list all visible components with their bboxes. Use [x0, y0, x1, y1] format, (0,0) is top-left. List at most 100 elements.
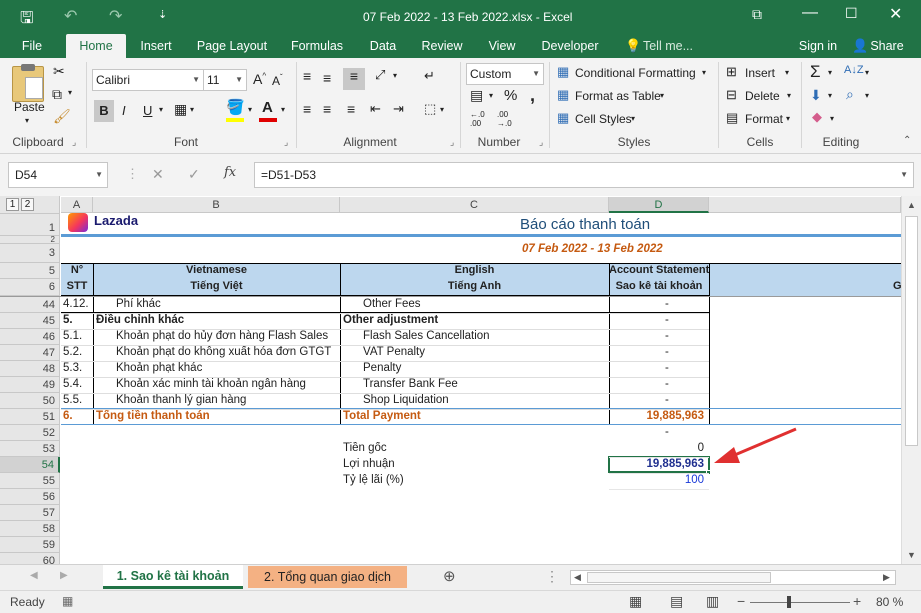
- cell-b-r49[interactable]: Khoản xác minh tài khoản ngân hàng: [96, 378, 340, 390]
- italic-button[interactable]: I: [122, 103, 126, 118]
- more-options-icon[interactable]: ⋮: [545, 568, 559, 585]
- row-header[interactable]: 6: [0, 279, 60, 296]
- row-header[interactable]: 1: [0, 214, 60, 236]
- zoom-in-button[interactable]: +: [853, 593, 861, 609]
- font-launcher-icon[interactable]: ⌟: [284, 137, 288, 148]
- cell-a-r51[interactable]: 6.: [63, 410, 93, 422]
- font-name-combo[interactable]: Calibri ▼: [92, 69, 204, 91]
- column-header-d[interactable]: D: [609, 197, 709, 213]
- row-header[interactable]: 2: [0, 236, 60, 244]
- horizontal-scrollbar[interactable]: ◀ ▶: [570, 570, 896, 585]
- sign-in-link[interactable]: Sign in: [795, 34, 841, 58]
- format-as-table-button[interactable]: Format as Table: [575, 89, 661, 103]
- insert-function-icon[interactable]: fx: [224, 165, 236, 180]
- align-center-icon[interactable]: ≡: [323, 101, 331, 117]
- normal-view-icon[interactable]: ▦: [629, 593, 642, 610]
- bottom-align-icon[interactable]: ≡: [343, 68, 365, 90]
- row-header[interactable]: 54: [0, 457, 60, 473]
- sort-filter-icon[interactable]: A↓Z: [844, 64, 864, 76]
- close-icon[interactable]: ✕: [889, 4, 902, 24]
- cell-d-r44[interactable]: -: [609, 298, 709, 310]
- shrink-font-icon[interactable]: Aˇ: [272, 73, 283, 88]
- cell-c-r45[interactable]: Other adjustment: [343, 314, 609, 326]
- table-dropdown-icon[interactable]: ▾: [660, 91, 664, 100]
- font-size-combo[interactable]: 11 ▼: [203, 69, 247, 91]
- insert-cells-icon[interactable]: ⊞: [726, 64, 737, 80]
- row-header[interactable]: 48: [0, 361, 60, 377]
- collapse-ribbon-icon[interactable]: ⌃: [903, 135, 911, 146]
- cell-b-r44[interactable]: Phí khác: [96, 298, 340, 310]
- cancel-icon[interactable]: ✕: [152, 166, 164, 183]
- fill-color-icon[interactable]: 🪣: [226, 98, 245, 116]
- add-sheet-icon[interactable]: ⊕: [443, 567, 456, 585]
- scroll-left-icon[interactable]: ◀: [574, 572, 581, 583]
- find-dropdown-icon[interactable]: ▾: [865, 91, 869, 100]
- font-color-dropdown-icon[interactable]: ▾: [281, 105, 285, 114]
- scroll-thumb[interactable]: [905, 216, 918, 446]
- tab-data[interactable]: Data: [365, 34, 401, 58]
- row-header[interactable]: 59: [0, 537, 60, 553]
- row-header[interactable]: 3: [0, 244, 60, 263]
- accounting-format-icon[interactable]: ▤: [470, 87, 483, 104]
- cell-d-r49[interactable]: -: [609, 378, 709, 390]
- borders-icon[interactable]: ▦: [174, 101, 187, 118]
- percent-style-button[interactable]: %: [504, 87, 517, 104]
- merge-dropdown-icon[interactable]: ▾: [440, 105, 444, 114]
- paste-icon[interactable]: [12, 64, 44, 102]
- align-right-icon[interactable]: ≡: [347, 101, 355, 117]
- cell-c-r44[interactable]: Other Fees: [343, 298, 609, 310]
- decrease-indent-icon[interactable]: ⇤: [370, 101, 381, 117]
- underline-dropdown-icon[interactable]: ▾: [159, 105, 163, 114]
- enter-icon[interactable]: ✓: [188, 166, 200, 183]
- row-header[interactable]: 50: [0, 393, 60, 409]
- tab-view[interactable]: View: [484, 34, 520, 58]
- expand-formula-icon[interactable]: ▼: [900, 163, 908, 187]
- font-color-icon[interactable]: A: [262, 99, 273, 116]
- comma-style-button[interactable]: ,: [530, 85, 535, 106]
- clear-dropdown-icon[interactable]: ▾: [830, 114, 834, 123]
- row-header[interactable]: 47: [0, 345, 60, 361]
- page-break-view-icon[interactable]: ▥: [706, 593, 719, 610]
- cell-a-r47[interactable]: 5.2.: [63, 346, 93, 358]
- prev-sheet-icon[interactable]: ◀: [30, 570, 38, 581]
- cell-c-r49[interactable]: Transfer Bank Fee: [343, 378, 609, 390]
- copy-dropdown-icon[interactable]: ▾: [68, 88, 72, 97]
- top-align-icon[interactable]: ≡: [303, 68, 311, 84]
- minimize-icon[interactable]: —: [802, 4, 818, 22]
- zoom-level[interactable]: 80 %: [876, 595, 903, 609]
- conditional-dropdown-icon[interactable]: ▾: [702, 68, 706, 77]
- format-as-table-icon[interactable]: ▦: [557, 87, 569, 103]
- cell-c-r54[interactable]: Lợi nhuận: [343, 458, 609, 470]
- clear-eraser-icon[interactable]: ◆: [812, 109, 822, 125]
- orientation-icon[interactable]: ⤢: [375, 67, 385, 83]
- conditional-formatting-button[interactable]: Conditional Formatting: [575, 66, 696, 80]
- zoom-slider-thumb[interactable]: [787, 596, 791, 608]
- customize-qat-icon[interactable]: ⇣: [158, 8, 167, 21]
- vertical-scrollbar[interactable]: ▲ ▼: [901, 196, 921, 564]
- maximize-icon[interactable]: ☐: [845, 5, 858, 22]
- column-header-b[interactable]: B: [93, 197, 340, 213]
- cell-a-r50[interactable]: 5.5.: [63, 394, 93, 406]
- cell-d-r51[interactable]: 19,885,963: [609, 410, 709, 422]
- cell-d-r55[interactable]: 100: [609, 474, 709, 486]
- cell-b-r48[interactable]: Khoản phạt khác: [96, 362, 340, 374]
- redo-icon[interactable]: ↷: [109, 6, 122, 26]
- copy-icon[interactable]: ⧉: [52, 86, 62, 103]
- column-header-e[interactable]: [709, 197, 901, 213]
- increase-decimal-icon[interactable]: ←.0.00: [470, 110, 485, 128]
- cell-c-r47[interactable]: VAT Penalty: [343, 346, 609, 358]
- chevron-down-icon[interactable]: ▼: [95, 163, 103, 187]
- cell-styles-icon[interactable]: ▦: [557, 110, 569, 126]
- cell-c-r53[interactable]: Tiền gốc: [343, 442, 609, 454]
- row-header[interactable]: 58: [0, 521, 60, 537]
- h-scroll-thumb[interactable]: [587, 572, 771, 583]
- sheet-tab-2[interactable]: 2. Tổng quan giao dịch: [248, 566, 407, 588]
- scroll-up-icon[interactable]: ▲: [907, 200, 916, 210]
- cell-c-r55[interactable]: Tỷ lệ lãi (%): [343, 474, 609, 486]
- column-header-c[interactable]: C: [340, 197, 609, 213]
- format-cells-button[interactable]: Format: [745, 112, 783, 126]
- cell-d-r53[interactable]: 0: [609, 442, 709, 454]
- undo-icon[interactable]: ↶: [64, 6, 77, 26]
- cell-d-r48[interactable]: -: [609, 362, 709, 374]
- cell-d-r52[interactable]: -: [609, 426, 709, 438]
